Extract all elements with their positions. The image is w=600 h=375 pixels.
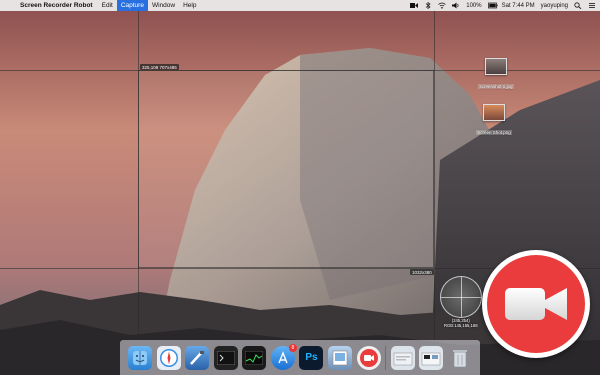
terminal-icon[interactable]	[213, 345, 238, 370]
spotlight-icon[interactable]	[574, 2, 582, 10]
update-count-badge: 8	[288, 343, 297, 352]
xcode-icon[interactable]	[185, 345, 210, 370]
app-menu[interactable]: Screen Recorder Robot	[18, 2, 98, 9]
dock-separator	[385, 345, 387, 370]
bluetooth-icon[interactable]	[424, 1, 432, 10]
record-button[interactable]	[482, 250, 590, 358]
selection-size-label: 325,108 707x485	[140, 64, 179, 70]
image-file-icon	[483, 104, 505, 121]
menu-window[interactable]: Window	[148, 0, 179, 11]
desktop-file[interactable]: Screen Shot.png	[468, 104, 520, 139]
preview-icon[interactable]	[327, 345, 352, 370]
volume-icon[interactable]	[452, 2, 460, 9]
desktop-file-name: screenshot-x.jpg	[478, 84, 514, 89]
folder-icon[interactable]	[390, 345, 415, 370]
magnifier-rgb: RGB:145,155,168	[444, 323, 478, 328]
magnifier-crosshair-v	[461, 277, 462, 317]
screen-recorder-icon[interactable]	[356, 345, 381, 370]
app-store-icon[interactable]: 8	[270, 343, 297, 370]
dock: 8 Ps	[120, 340, 480, 375]
notification-center-icon[interactable]	[588, 2, 596, 9]
user-menu[interactable]: yaoyuping	[541, 3, 568, 9]
magnifier-loupe	[440, 276, 482, 318]
activity-monitor-icon[interactable]	[242, 345, 267, 370]
desktop-file-name: Screen Shot.png	[476, 130, 512, 135]
photoshop-icon[interactable]: Ps	[299, 345, 324, 370]
trash-icon[interactable]	[448, 346, 472, 370]
menu-help[interactable]: Help	[179, 0, 200, 11]
capture-selection-region[interactable]	[138, 70, 434, 268]
image-file-icon	[485, 58, 507, 75]
menu-bar: Screen Recorder Robot Edit Capture Windo…	[0, 0, 600, 11]
magnifier-readout: (245,254) RGB:145,155,168	[444, 318, 478, 328]
battery-percent: 100%	[466, 2, 482, 9]
downloads-icon[interactable]	[419, 345, 444, 370]
finder-icon[interactable]	[128, 345, 153, 370]
desktop-file[interactable]: screenshot-x.jpg	[470, 58, 522, 93]
photoshop-label: Ps	[305, 352, 318, 363]
menu-capture[interactable]: Capture	[116, 0, 148, 11]
menu-edit[interactable]: Edit	[98, 0, 117, 11]
selection-dimension-label: 1032x380	[410, 269, 434, 275]
battery-icon[interactable]	[487, 2, 498, 9]
video-camera-icon	[505, 288, 567, 320]
safari-icon[interactable]	[156, 345, 181, 370]
record-status-icon[interactable]	[410, 2, 419, 9]
record-button-face	[487, 255, 585, 353]
clock[interactable]: Sat 7:44 PM	[502, 3, 535, 9]
status-area: 100% Sat 7:44 PM yaoyuping	[410, 1, 600, 10]
wifi-icon[interactable]	[438, 2, 447, 9]
guide-line-right	[434, 11, 435, 375]
